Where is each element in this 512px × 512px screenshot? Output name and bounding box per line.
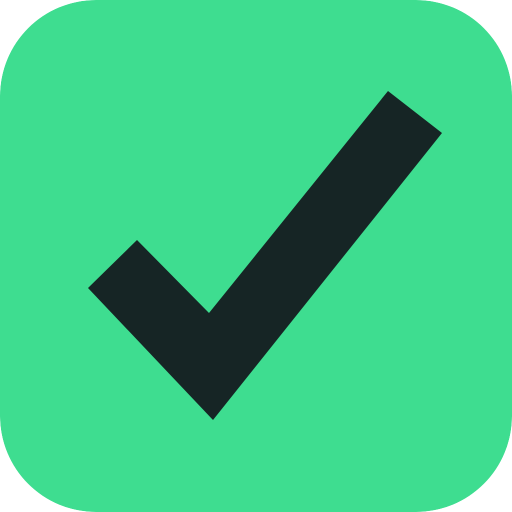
checkmark-app-icon <box>0 0 512 512</box>
checkmark-icon <box>0 0 512 512</box>
